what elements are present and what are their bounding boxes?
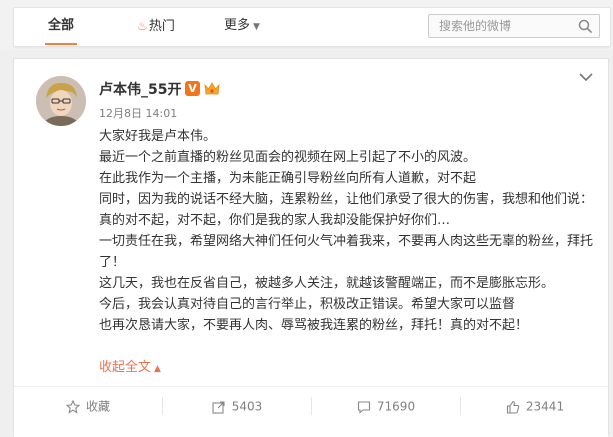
- comment-count: 71690: [376, 399, 416, 414]
- comment-icon: [357, 400, 370, 414]
- action-bar: 收藏 5403 71690 23441: [14, 386, 608, 437]
- post-paragraph: 最近一个之前直播的粉丝见面会的视频在网上引起了不小的风波。: [99, 150, 477, 165]
- post-paragraph: 也再次恳请大家，不要再人肉、辱骂被我连累的粉丝，拜托！真的对不起！: [99, 318, 529, 333]
- post-timestamp[interactable]: 12月8日 14:01: [99, 105, 177, 121]
- post-paragraph: 这几天，我也在反省自己，被越多人关注，就越该警醒端正，而不是膨胀忘形。: [99, 276, 555, 291]
- top-nav-bar: 全部 ♨热门 更多 ▼: [0, 0, 613, 50]
- tab-hot-label: 热门: [148, 19, 175, 34]
- author-name[interactable]: 卢本伟_55开: [99, 79, 181, 99]
- vip-crown-icon[interactable]: [204, 81, 220, 96]
- chevron-down-icon[interactable]: [579, 72, 593, 82]
- collapse-label: 收起全文: [99, 360, 152, 375]
- weibo-post-card: 卢本伟_55开 V 12月8日 14:01 大家好我是卢本伟。 最近一个之前直播…: [13, 58, 609, 437]
- post-paragraph: 一切责任在我，希望网络大神们任何火气冲着我来，不要再人肉这些无辜的粉丝，拜托了！: [99, 234, 594, 270]
- thumbs-up-icon: [506, 400, 520, 414]
- tab-more-label: 更多: [224, 18, 251, 33]
- tab-card: 全部 ♨热门 更多 ▼: [13, 7, 611, 47]
- repost-count: 5403: [231, 399, 263, 414]
- post-paragraph: 大家好我是卢本伟。: [99, 129, 217, 144]
- flame-icon: ♨: [137, 19, 148, 33]
- repost-icon: [212, 400, 225, 414]
- avatar-image: [36, 76, 86, 126]
- post-content: 大家好我是卢本伟。 最近一个之前直播的粉丝见面会的视频在网上引起了不小的风波。 …: [99, 126, 594, 336]
- search-icon[interactable]: [578, 19, 592, 33]
- repost-button[interactable]: 5403: [163, 387, 311, 425]
- star-icon: [65, 399, 81, 414]
- favorite-label: 收藏: [85, 399, 110, 414]
- search-input[interactable]: [429, 15, 579, 37]
- tab-hot[interactable]: ♨热门: [126, 8, 186, 44]
- verified-badge[interactable]: V: [185, 81, 200, 96]
- avatar[interactable]: [36, 76, 86, 126]
- tab-more[interactable]: 更多 ▼: [210, 8, 274, 44]
- post-paragraph: 今后，我会认真对待自己的言行举止，积极改正错误。希望大家可以监督: [99, 297, 516, 312]
- collapse-full-text-link[interactable]: 收起全文 ▲: [99, 356, 161, 375]
- post-paragraph: 同时，因为我的说话不经大脑，连累粉丝，让他们承受了很大的伤害，我想和他们说：真的…: [99, 192, 594, 228]
- post-paragraph: 在此我作为一个主播，为未能正确引导粉丝向所有人道歉，对不起: [99, 171, 477, 186]
- chevron-up-icon: ▲: [154, 364, 161, 374]
- favorite-button[interactable]: 收藏: [14, 387, 162, 425]
- search-box: [428, 14, 600, 38]
- comment-button[interactable]: 71690: [312, 387, 460, 425]
- chevron-down-icon: ▼: [253, 22, 260, 32]
- like-count: 23441: [525, 399, 565, 414]
- like-button[interactable]: 23441: [461, 387, 609, 425]
- tab-all[interactable]: 全部: [31, 8, 91, 45]
